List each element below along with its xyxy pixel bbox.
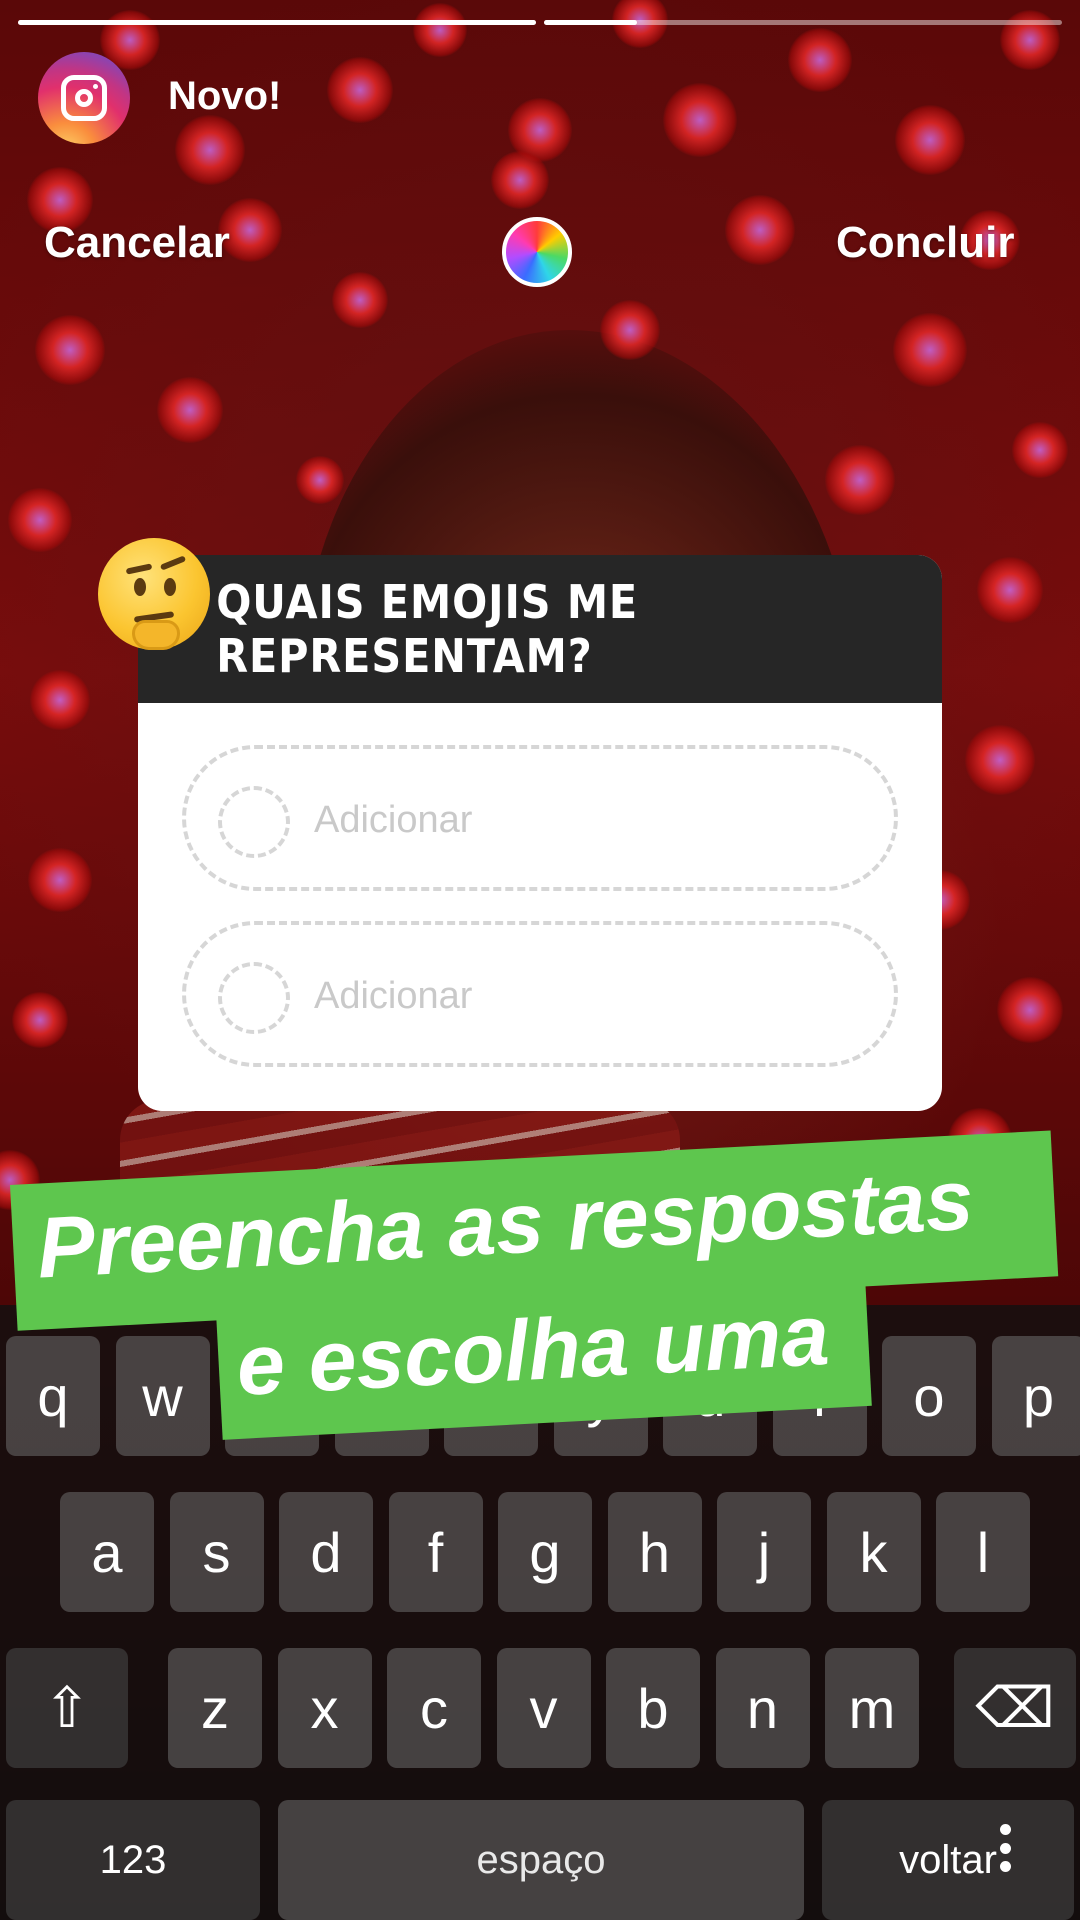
bokeh-light — [663, 83, 737, 157]
bokeh-light — [491, 151, 549, 209]
key-a[interactable]: a — [60, 1492, 154, 1612]
key-k[interactable]: k — [826, 1492, 921, 1612]
bokeh-light — [12, 992, 68, 1048]
key-v[interactable]: v — [496, 1648, 591, 1768]
bokeh-light — [30, 670, 90, 730]
shift-key[interactable]: ⇧ — [6, 1648, 128, 1768]
key-c[interactable]: c — [387, 1648, 481, 1768]
return-key[interactable]: voltar — [822, 1800, 1074, 1920]
cancel-button[interactable]: Cancelar — [44, 218, 230, 268]
key-b[interactable]: b — [606, 1648, 700, 1768]
option-circle-icon — [218, 786, 290, 858]
bokeh-light — [1000, 10, 1060, 70]
bokeh-light — [788, 28, 852, 92]
quiz-option-1[interactable]: Adicionar — [182, 745, 898, 891]
bokeh-light — [413, 3, 467, 57]
quiz-sticker: QUAIS EMOJIS ME REPRESENTAM? Adicionar A… — [138, 555, 942, 1111]
thinking-face-icon[interactable] — [98, 538, 210, 650]
key-w[interactable]: w — [115, 1336, 210, 1456]
bokeh-light — [997, 977, 1063, 1043]
bokeh-light — [825, 445, 895, 515]
bokeh-light — [35, 315, 105, 385]
key-p[interactable]: p — [991, 1336, 1080, 1456]
instagram-logo — [38, 52, 130, 144]
key-s[interactable]: s — [169, 1492, 264, 1612]
done-button[interactable]: Concluir — [836, 218, 1014, 268]
bokeh-light — [893, 313, 967, 387]
bokeh-light — [296, 456, 344, 504]
color-picker-icon[interactable] — [502, 217, 572, 287]
bokeh-light — [327, 57, 393, 123]
option-circle-icon — [218, 962, 290, 1034]
bokeh-light — [157, 377, 223, 443]
bokeh-light — [725, 195, 795, 265]
more-options-icon[interactable] — [998, 1824, 1012, 1872]
numbers-key[interactable]: 123 — [6, 1800, 260, 1920]
key-z[interactable]: z — [168, 1648, 262, 1768]
backspace-key[interactable]: ⌫ — [954, 1648, 1076, 1768]
bokeh-light — [8, 488, 72, 552]
instagram-icon — [61, 75, 107, 121]
key-o[interactable]: o — [882, 1336, 976, 1456]
key-d[interactable]: d — [279, 1492, 373, 1612]
story-progress-1 — [18, 20, 536, 25]
option-placeholder: Adicionar — [314, 975, 473, 1017]
bokeh-light — [977, 557, 1043, 623]
key-f[interactable]: f — [388, 1492, 483, 1612]
bokeh-light — [965, 725, 1035, 795]
key-j[interactable]: j — [717, 1492, 811, 1612]
quiz-question[interactable]: QUAIS EMOJIS ME REPRESENTAM? — [216, 575, 904, 683]
account-name: Novo! — [168, 74, 282, 118]
bokeh-light — [28, 848, 92, 912]
quiz-option-2[interactable]: Adicionar — [182, 921, 898, 1067]
key-n[interactable]: n — [715, 1648, 810, 1768]
key-h[interactable]: h — [607, 1492, 702, 1612]
bokeh-light — [895, 105, 965, 175]
key-q[interactable]: q — [6, 1336, 100, 1456]
bokeh-light — [600, 300, 660, 360]
option-placeholder: Adicionar — [314, 799, 473, 841]
bokeh-light — [1012, 422, 1068, 478]
bokeh-light — [332, 272, 388, 328]
quiz-header: QUAIS EMOJIS ME REPRESENTAM? — [138, 555, 942, 703]
key-m[interactable]: m — [825, 1648, 919, 1768]
space-key[interactable]: espaço — [278, 1800, 804, 1920]
key-l[interactable]: l — [936, 1492, 1030, 1612]
bokeh-light — [175, 115, 245, 185]
story-progress-2 — [544, 20, 1062, 25]
key-g[interactable]: g — [498, 1492, 592, 1612]
key-x[interactable]: x — [277, 1648, 372, 1768]
